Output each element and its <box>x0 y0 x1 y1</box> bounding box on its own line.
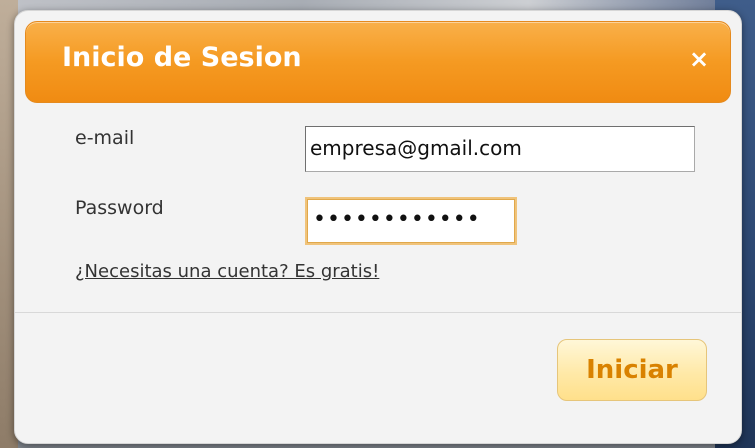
password-field[interactable]: •••••••••••• <box>305 197 517 245</box>
login-button[interactable]: Iniciar <box>557 339 707 401</box>
dialog-title: Inicio de Sesion <box>62 42 302 73</box>
close-icon[interactable]: × <box>686 46 712 72</box>
email-label: e-mail <box>75 127 135 149</box>
dialog-titlebar: Inicio de Sesion × <box>25 21 731 103</box>
login-dialog: Inicio de Sesion × e-mail empresa@gmail.… <box>14 10 742 444</box>
email-field[interactable]: empresa@gmail.com <box>305 126 695 172</box>
divider <box>15 312 741 313</box>
signup-link[interactable]: ¿Necesitas una cuenta? Es gratis! <box>75 261 379 282</box>
password-label: Password <box>75 197 164 219</box>
